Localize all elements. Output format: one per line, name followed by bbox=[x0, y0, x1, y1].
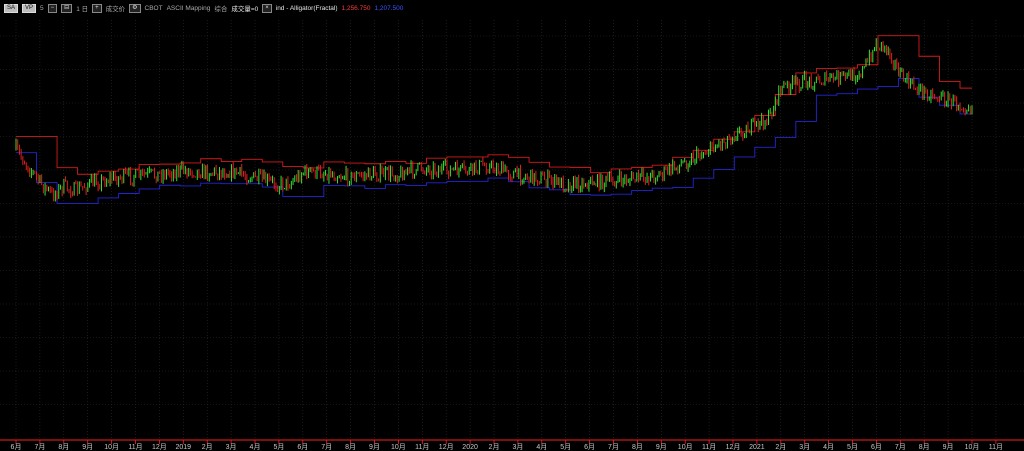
x-tick-label: 8月 bbox=[919, 443, 930, 451]
x-tick-label: 9月 bbox=[82, 443, 93, 451]
x-tick-label: 7月 bbox=[608, 443, 619, 451]
x-tick-label: 10月 bbox=[678, 443, 693, 451]
x-tick-label: 2019 bbox=[176, 444, 192, 451]
lower-band-line bbox=[16, 78, 972, 205]
x-tick-label: 2月 bbox=[489, 443, 500, 451]
x-tick-label: 3月 bbox=[799, 443, 810, 451]
x-tick-label: 10月 bbox=[965, 443, 980, 451]
x-tick-label: 9月 bbox=[369, 443, 380, 451]
x-tick-label: 5月 bbox=[273, 443, 284, 451]
x-tick-label: 11月 bbox=[989, 443, 1003, 451]
x-tick-label: 2月 bbox=[775, 443, 786, 451]
x-tick-label: 8月 bbox=[345, 443, 356, 451]
x-tick-label: 8月 bbox=[632, 443, 643, 451]
price-chart[interactable]: 6月 7月 8月 9月 10月 11月 12月 2019 2月 3月 4月 5月 6月 7月 8月 9月 10月… bbox=[0, 0, 1024, 451]
x-tick-label: 11月 bbox=[128, 443, 142, 451]
x-tick-label: 11月 bbox=[702, 443, 716, 451]
x-tick-label: 5月 bbox=[560, 443, 571, 451]
x-tick-label: 9月 bbox=[656, 443, 667, 451]
x-tick-label: 4月 bbox=[250, 443, 261, 451]
x-tick-label: 12月 bbox=[152, 443, 167, 451]
x-tick-label: 12月 bbox=[439, 443, 454, 451]
x-tick-label: 12月 bbox=[726, 443, 741, 451]
x-tick-label: 11月 bbox=[415, 443, 429, 451]
x-tick-label: 3月 bbox=[226, 443, 237, 451]
x-tick-label: 10月 bbox=[391, 443, 406, 451]
x-tick-label: 6月 bbox=[584, 443, 595, 451]
x-tick-label: 7月 bbox=[34, 443, 45, 451]
x-tick-label: 2021 bbox=[749, 444, 765, 451]
x-tick-label: 6月 bbox=[11, 443, 22, 451]
x-tick-label: 4月 bbox=[823, 443, 834, 451]
x-tick-label: 8月 bbox=[58, 443, 69, 451]
x-tick-label: 5月 bbox=[847, 443, 858, 451]
x-tick-label: 2月 bbox=[202, 443, 213, 451]
x-tick-label: 4月 bbox=[536, 443, 547, 451]
x-tick-label: 10月 bbox=[104, 443, 119, 451]
x-tick-label: 7月 bbox=[321, 443, 332, 451]
x-tick-label: 6月 bbox=[297, 443, 308, 451]
x-tick-label: 7月 bbox=[895, 443, 906, 451]
x-tick-label: 3月 bbox=[512, 443, 523, 451]
x-tick-label: 6月 bbox=[871, 443, 882, 451]
x-tick-label: 2020 bbox=[462, 444, 478, 451]
x-tick-label: 9月 bbox=[943, 443, 954, 451]
